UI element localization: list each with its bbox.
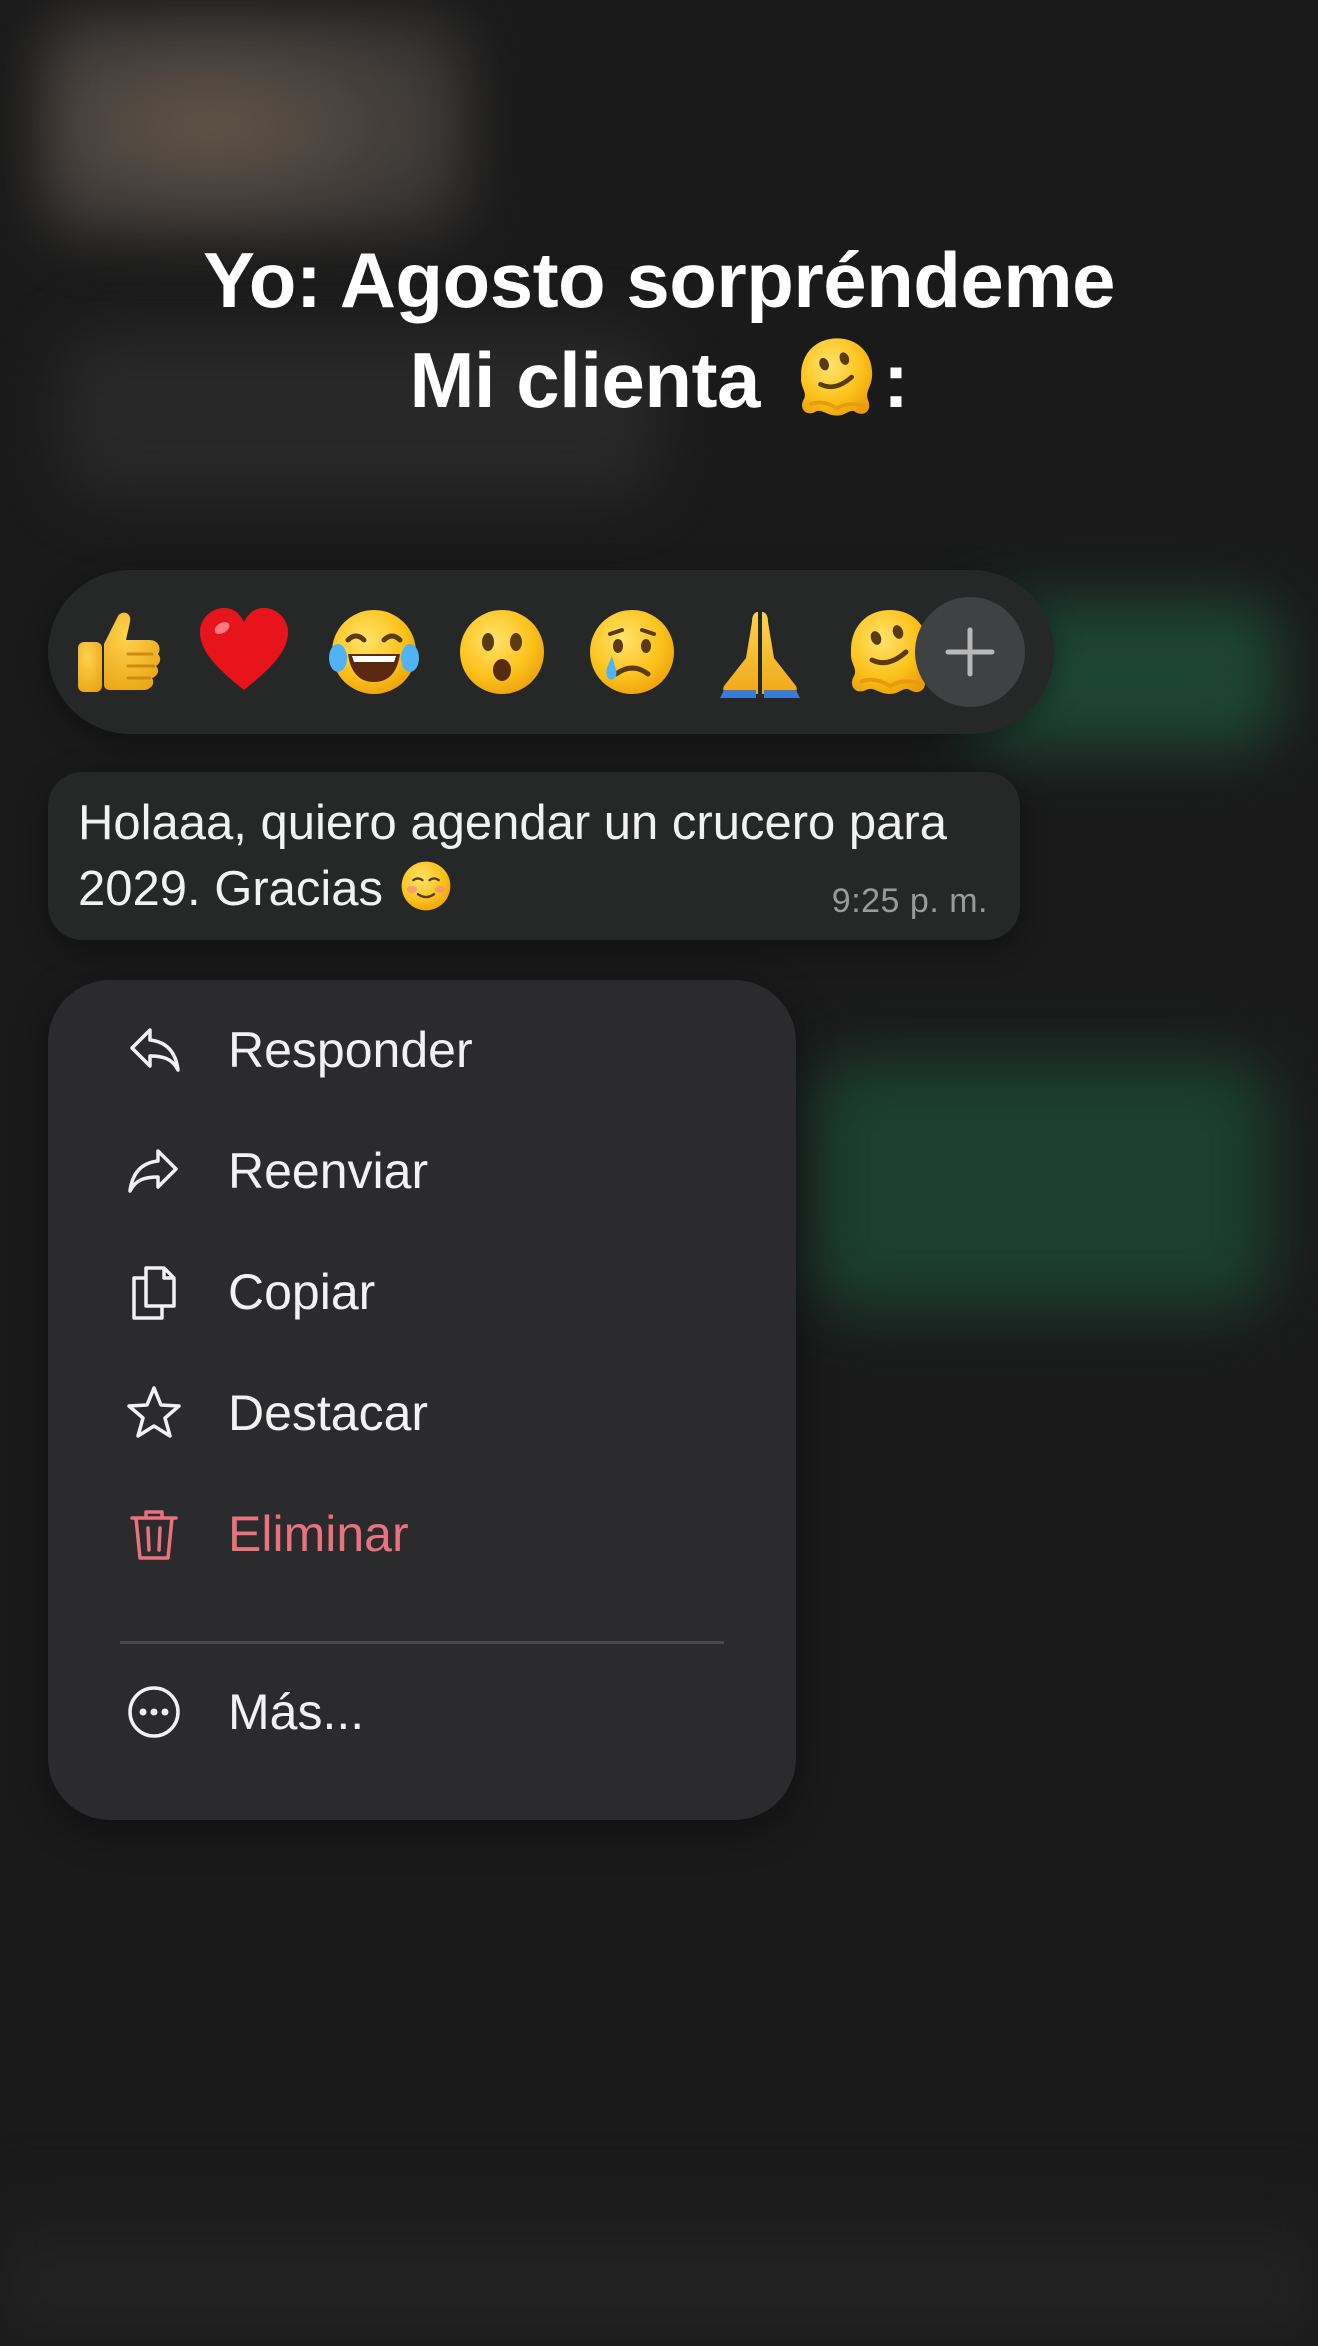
red-heart-icon — [194, 602, 294, 702]
reaction-tears-of-joy[interactable] — [314, 592, 434, 712]
folded-hands-icon — [710, 602, 810, 702]
blurred-sent-bubble — [810, 1060, 1270, 1310]
menu-item-label: Más... — [228, 1684, 365, 1740]
trash-icon — [124, 1504, 184, 1564]
menu-item-label: Copiar — [228, 1264, 376, 1320]
add-reaction-button[interactable] — [915, 597, 1025, 707]
menu-item-reply[interactable]: Responder — [48, 990, 796, 1110]
menu-item-more[interactable]: Más... — [48, 1652, 796, 1772]
menu-item-delete[interactable]: Eliminar — [48, 1474, 796, 1594]
forward-icon — [124, 1141, 184, 1201]
blurred-photo — [40, 10, 470, 240]
star-icon — [124, 1383, 184, 1443]
reaction-bar — [48, 570, 1054, 734]
reaction-folded-hands[interactable] — [700, 592, 820, 712]
menu-item-label: Destacar — [228, 1385, 429, 1441]
blurred-input-bar — [0, 2180, 1318, 2346]
plus-icon — [945, 627, 995, 677]
message-timestamp: 9:25 p. m. — [831, 882, 988, 920]
menu-item-copy[interactable]: Copiar — [48, 1232, 796, 1352]
face-with-tears-of-joy-icon — [324, 602, 424, 702]
thumbs-up-icon — [66, 602, 166, 702]
meme-caption: Yo: Agosto sorpréndeme Mi clienta : — [0, 230, 1318, 430]
caption-line-2-suffix: : — [883, 336, 909, 424]
caption-line-2-text: Mi clienta — [409, 336, 760, 424]
crying-face-icon — [582, 602, 682, 702]
context-menu: Responder Reenviar Copiar Destacar Elimi… — [48, 980, 796, 1820]
reply-icon — [124, 1020, 184, 1080]
reaction-crying[interactable] — [572, 592, 692, 712]
menu-divider — [120, 1641, 724, 1644]
menu-item-forward[interactable]: Reenviar — [48, 1111, 796, 1231]
message-bubble[interactable]: Holaaa, quiero agendar un crucero para 2… — [48, 772, 1020, 940]
face-with-open-mouth-icon — [452, 602, 552, 702]
menu-item-label: Eliminar — [228, 1506, 409, 1562]
smiling-face-icon — [397, 857, 455, 915]
menu-item-star[interactable]: Destacar — [48, 1353, 796, 1473]
caption-line-2: Mi clienta : — [0, 330, 1318, 430]
copy-icon — [124, 1262, 184, 1322]
more-icon — [124, 1682, 184, 1742]
reaction-red-heart[interactable] — [184, 592, 304, 712]
caption-line-1: Yo: Agosto sorpréndeme — [202, 236, 1116, 324]
menu-item-label: Reenviar — [228, 1143, 429, 1199]
menu-item-label: Responder — [228, 1022, 473, 1078]
reaction-open-mouth[interactable] — [442, 592, 562, 712]
melting-face-icon — [791, 331, 883, 423]
reaction-thumbs-up[interactable] — [56, 592, 176, 712]
message-text: Holaaa, quiero agendar un crucero para 2… — [78, 796, 947, 916]
